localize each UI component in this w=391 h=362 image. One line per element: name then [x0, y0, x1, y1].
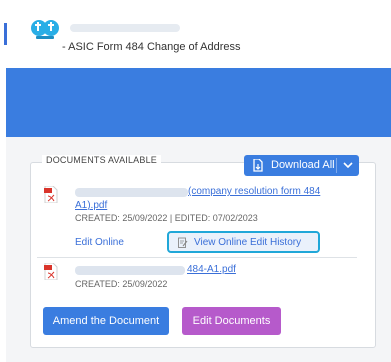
- edit-document-icon: [178, 237, 188, 248]
- file-link[interactable]: 484-A1.pdf: [187, 264, 236, 275]
- chevron-down-icon[interactable]: [343, 162, 353, 168]
- pdf-file-icon: [44, 263, 58, 280]
- company-logo-icon: [31, 20, 59, 39]
- company-name-redacted: [70, 24, 180, 32]
- header: - ASIC Form 484 Change of Address: [0, 0, 391, 68]
- amend-document-button[interactable]: Amend the Document: [43, 307, 169, 335]
- file-link-line1[interactable]: (company resolution form 484: [188, 186, 320, 197]
- button-separator: [336, 158, 337, 173]
- file-name-redacted: [75, 188, 188, 197]
- file-meta: CREATED: 25/09/2022: [75, 279, 168, 289]
- documents-legend: DOCUMENTS AVAILABLE: [42, 155, 161, 165]
- page-subtitle: - ASIC Form 484 Change of Address: [62, 41, 241, 53]
- download-all-label: Download All: [271, 159, 335, 171]
- file-divider: [37, 257, 357, 258]
- file-meta: CREATED: 25/09/2022 | EDITED: 07/02/2023: [75, 213, 258, 223]
- edit-online-link[interactable]: Edit Online: [75, 237, 124, 248]
- file-link-line2[interactable]: A1).pdf: [75, 200, 107, 211]
- header-accent-bar: [4, 23, 7, 45]
- file-name-redacted: [75, 266, 185, 275]
- view-edit-history-label: View Online Edit History: [194, 237, 302, 248]
- header-banner: [6, 68, 391, 137]
- download-all-button[interactable]: Download All: [244, 155, 359, 176]
- view-edit-history-button[interactable]: View Online Edit History: [167, 231, 320, 253]
- file-download-icon: [253, 159, 263, 172]
- edit-documents-button[interactable]: Edit Documents: [182, 307, 281, 335]
- pdf-file-icon: [44, 186, 58, 203]
